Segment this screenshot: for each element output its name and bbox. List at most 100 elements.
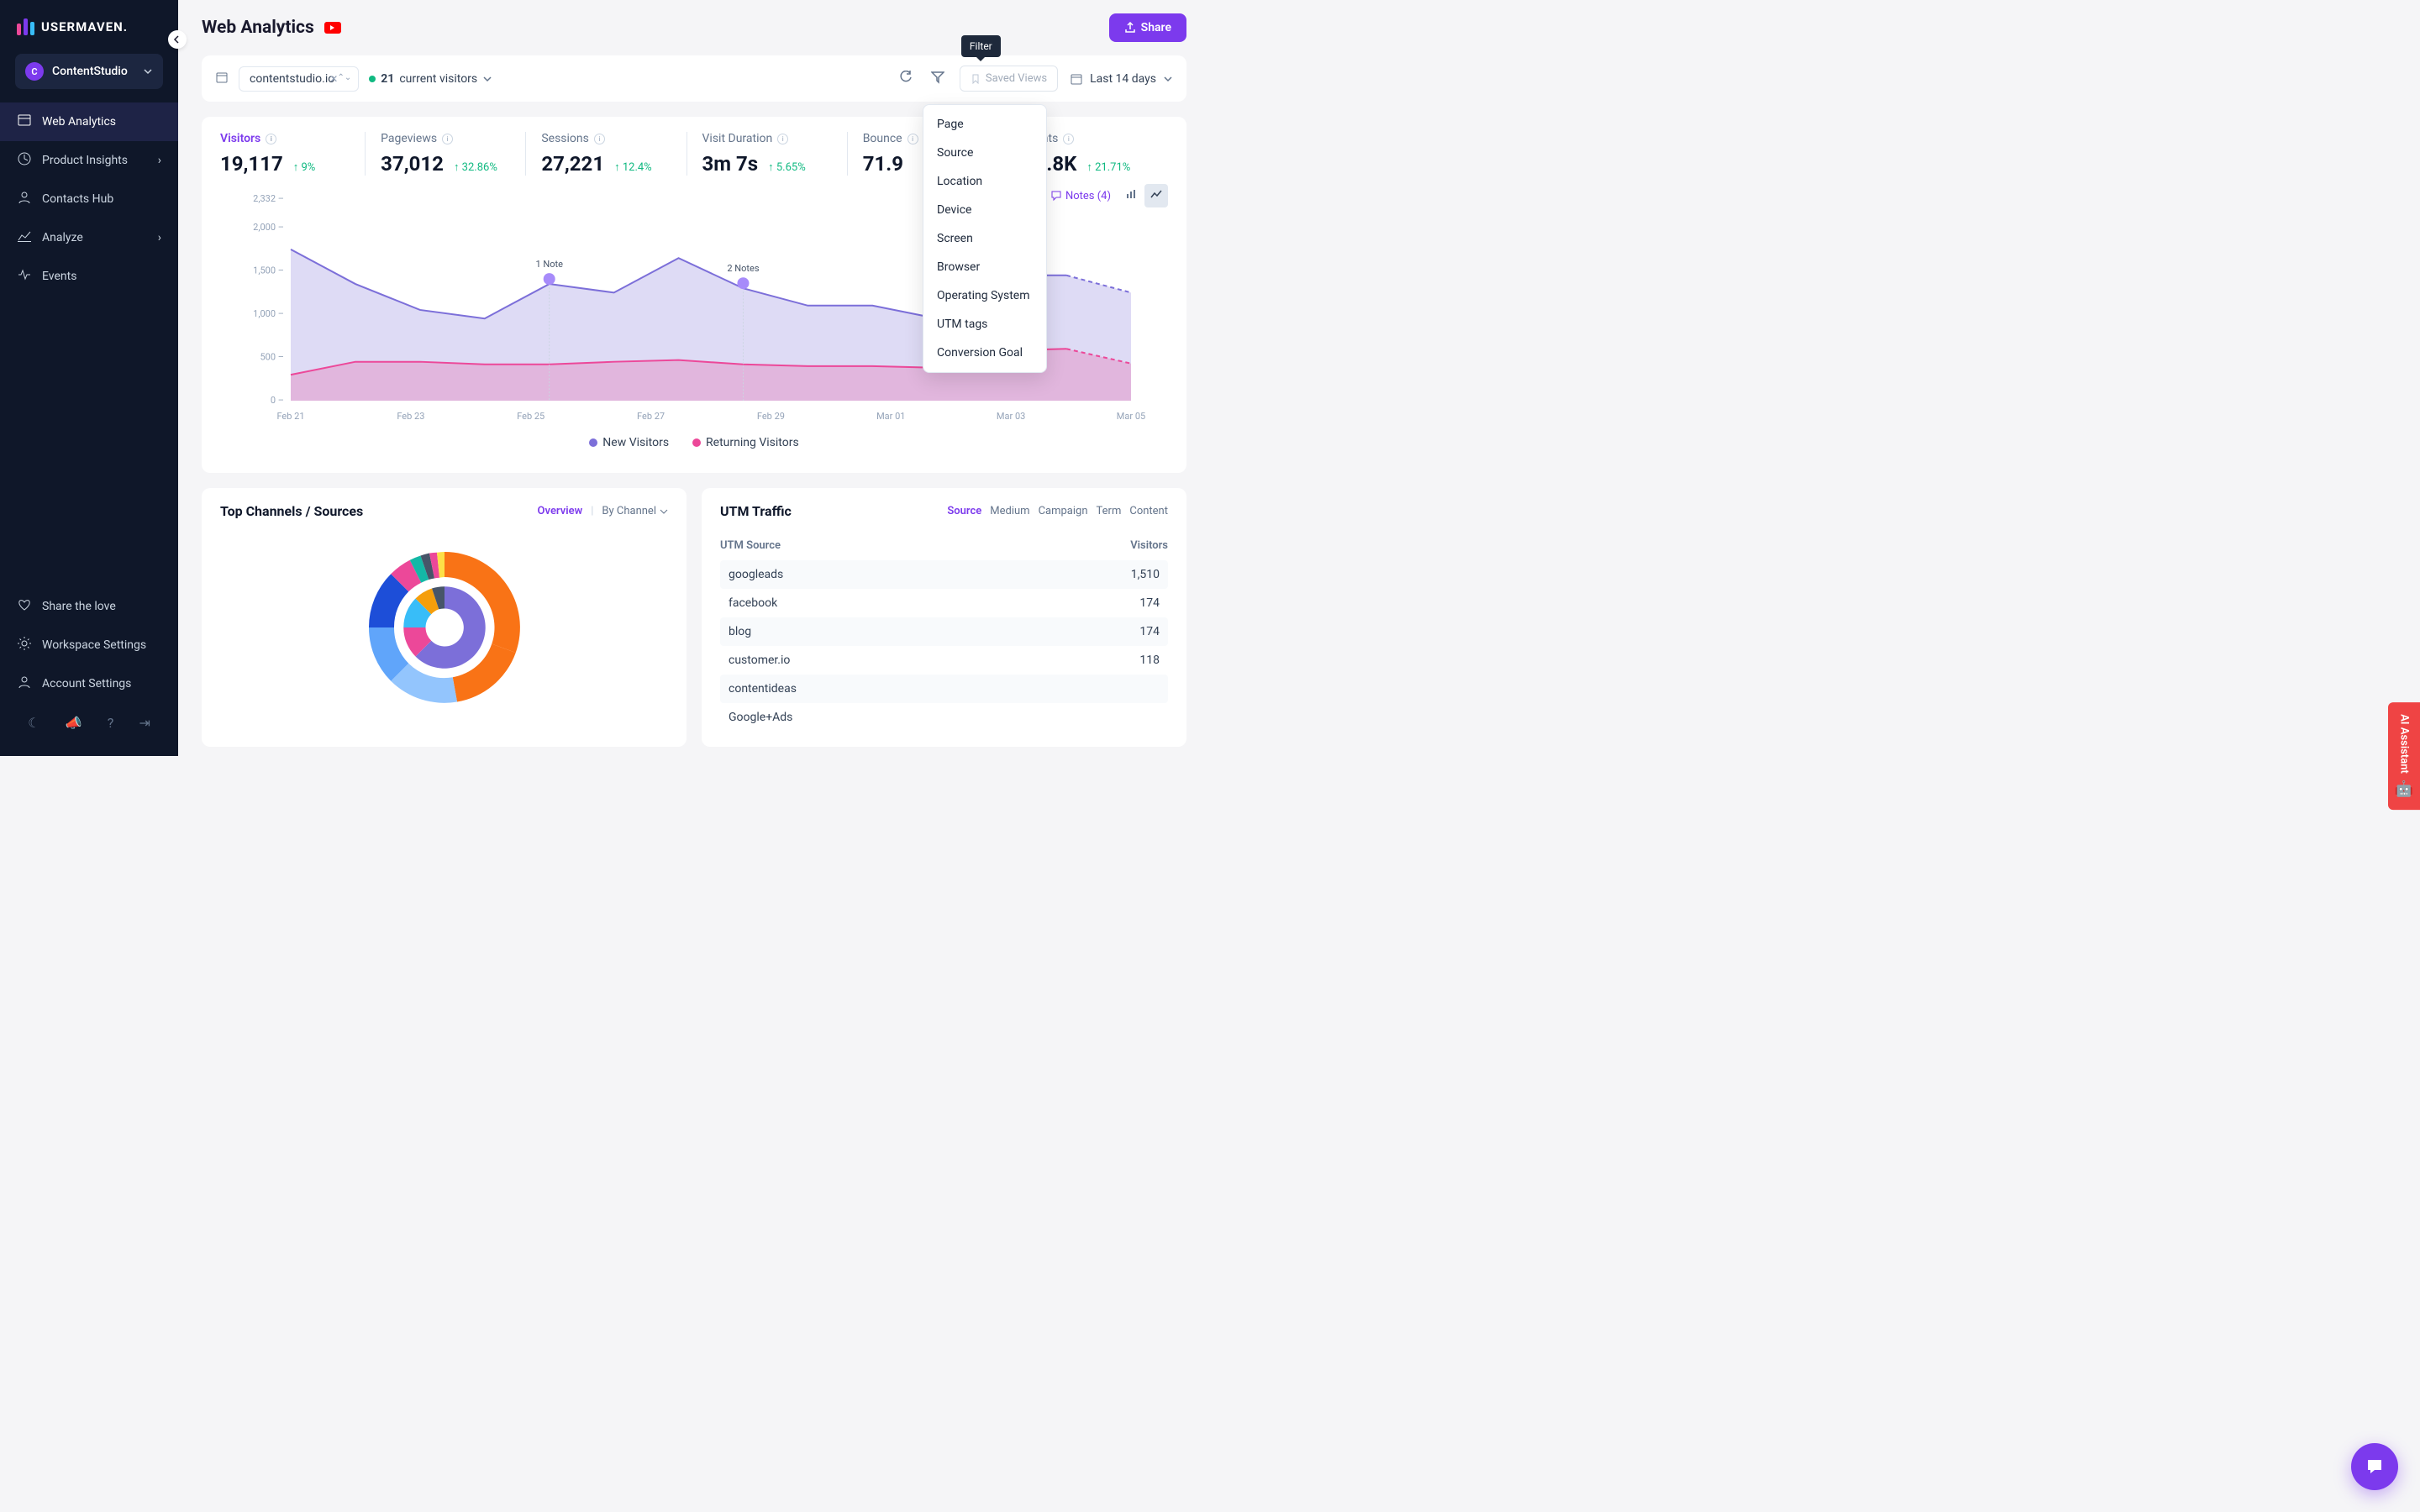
help-icon[interactable]: ? <box>108 715 114 731</box>
utm-row[interactable]: blog174 <box>720 617 1168 646</box>
svg-text:Mar 05: Mar 05 <box>1117 411 1145 422</box>
content: Visitorsi19,117↑ 9%Pageviewsi37,012↑ 32.… <box>178 102 1210 756</box>
calendar-icon[interactable] <box>215 71 229 87</box>
nav-contacts-hub[interactable]: Contacts Hub <box>0 180 178 218</box>
channels-tabs: Overview | By Channel <box>538 505 668 517</box>
utm-tab-source[interactable]: Source <box>947 505 981 517</box>
sidebar-icons: ☾ 📣 ? ⇥ <box>0 703 178 743</box>
utm-tab-medium[interactable]: Medium <box>990 505 1029 517</box>
tab-by-channel[interactable]: By Channel <box>602 505 668 517</box>
utm-row[interactable]: contentideas <box>720 675 1168 703</box>
filter-option-source[interactable]: Source <box>923 139 1046 167</box>
filter-option-device[interactable]: Device <box>923 196 1046 224</box>
sidebar: USERMAVEN. C ContentStudio Web Analytics… <box>0 0 178 756</box>
metric-visit-duration[interactable]: Visit Durationi3m 7s↑ 5.65% <box>687 132 848 176</box>
metric-sessions[interactable]: Sessionsi27,221↑ 12.4% <box>526 132 687 176</box>
utm-row-source: contentideas <box>729 682 797 696</box>
live-visitors[interactable]: 21 current visitors <box>369 72 492 86</box>
robot-icon: 🤖 <box>2395 780 2413 798</box>
sidebar-bottom: Share the loveWorkspace SettingsAccount … <box>0 587 178 756</box>
utm-tabs: Source Medium Campaign Term Content <box>947 505 1168 517</box>
page-title: Web Analytics <box>202 18 314 38</box>
metric-pageviews[interactable]: Pageviewsi37,012↑ 32.86% <box>366 132 526 176</box>
nav-web-analytics[interactable]: Web Analytics <box>0 102 178 141</box>
date-range-selector[interactable]: Last 14 days <box>1070 72 1173 86</box>
notes-link[interactable]: Notes (4) <box>1050 190 1111 202</box>
utm-row-visitors: 1,510 <box>1131 568 1160 581</box>
workspace-badge: C <box>25 62 44 81</box>
chevron-right-icon: › <box>158 231 161 244</box>
domain-selector[interactable]: contentstudio.io ✕ ⌃⌄ <box>239 66 359 92</box>
utm-row[interactable]: Google+Ads <box>720 703 1168 732</box>
header: Web Analytics Share <box>178 0 1210 55</box>
bar-chart-button[interactable] <box>1119 184 1143 207</box>
utm-col-source: UTM Source <box>720 539 781 552</box>
logout-icon[interactable]: ⇥ <box>139 715 150 731</box>
youtube-icon[interactable] <box>324 22 341 34</box>
chevron-down-icon <box>1163 74 1173 84</box>
utm-tab-campaign[interactable]: Campaign <box>1039 505 1088 517</box>
chart-type-toggle <box>1119 184 1168 207</box>
nav-share-the-love[interactable]: Share the love <box>0 587 178 626</box>
metric-value: 3m 7s <box>702 152 759 176</box>
filter-option-location[interactable]: Location <box>923 167 1046 196</box>
announcement-icon[interactable]: 📣 <box>66 715 82 731</box>
filter-option-utm-tags[interactable]: UTM tags <box>923 310 1046 339</box>
utm-row[interactable]: googleads1,510 <box>720 560 1168 589</box>
info-icon: i <box>1063 134 1074 144</box>
chevron-right-icon: › <box>158 154 161 167</box>
heart-icon <box>17 597 32 616</box>
nav-analyze[interactable]: Analyze› <box>0 218 178 257</box>
svg-text:2,332 –: 2,332 – <box>253 193 284 204</box>
filter-option-page[interactable]: Page <box>923 110 1046 139</box>
saved-views-button[interactable]: Saved Views <box>960 66 1058 92</box>
nav-events[interactable]: Events <box>0 257 178 296</box>
saved-views-label: Saved Views <box>986 72 1047 85</box>
utm-row[interactable]: customer.io118 <box>720 646 1168 675</box>
utm-row[interactable]: facebook 174 <box>720 589 1168 617</box>
upload-icon <box>1124 22 1136 34</box>
utm-tab-term[interactable]: Term <box>1097 505 1122 517</box>
metric-value: 71.9 <box>863 152 903 176</box>
line-chart-button[interactable] <box>1144 184 1168 207</box>
channels-title: Top Channels / Sources <box>220 503 363 519</box>
metric-value: 27,221 <box>541 152 604 176</box>
chevron-down-icon <box>482 74 492 84</box>
utm-row-visitors: 174 <box>1139 596 1160 610</box>
nav-workspace-settings[interactable]: Workspace Settings <box>0 626 178 664</box>
logo: USERMAVEN. <box>0 0 178 54</box>
live-visitors-count: 21 <box>381 72 394 86</box>
filter-button[interactable]: Filter <box>928 67 948 91</box>
svg-text:1 Note: 1 Note <box>535 259 563 270</box>
filter-option-browser[interactable]: Browser <box>923 253 1046 281</box>
analyze-icon <box>17 228 32 247</box>
svg-text:Feb 21: Feb 21 <box>276 411 304 422</box>
legend-new: New Visitors <box>589 436 669 449</box>
chevron-left-icon <box>173 35 182 44</box>
filter-option-conversion-goal[interactable]: Conversion Goal <box>923 339 1046 367</box>
metric-change: ↑ 5.65% <box>768 160 806 174</box>
workspace-selector[interactable]: C ContentStudio <box>15 54 163 89</box>
tab-overview[interactable]: Overview <box>538 505 583 517</box>
chat-fab[interactable] <box>2351 1443 2398 1490</box>
share-button[interactable]: Share <box>1109 13 1186 42</box>
nav-product-insights[interactable]: Product Insights› <box>0 141 178 180</box>
utm-tab-content[interactable]: Content <box>1129 505 1168 517</box>
chevron-down-icon <box>143 66 153 76</box>
filter-option-operating-system[interactable]: Operating System <box>923 281 1046 310</box>
chart-legend: New Visitors Returning Visitors <box>220 436 1168 449</box>
svg-text:1,500 –: 1,500 – <box>253 265 284 276</box>
utm-table: UTM Source Visitors googleads1,510facebo… <box>720 531 1168 732</box>
svg-text:Mar 01: Mar 01 <box>876 411 905 422</box>
svg-text:Feb 23: Feb 23 <box>397 411 424 422</box>
sidebar-toggle[interactable] <box>168 30 187 49</box>
refresh-icon[interactable] <box>896 67 916 91</box>
filter-option-screen[interactable]: Screen <box>923 224 1046 253</box>
utm-row-source: facebook <box>729 596 777 610</box>
metric-value: 37,012 <box>381 152 444 176</box>
moon-icon[interactable]: ☾ <box>28 715 39 731</box>
metric-visitors[interactable]: Visitorsi19,117↑ 9% <box>220 132 366 176</box>
ai-assistant-button[interactable]: AI Assistant 🤖 <box>2388 702 2420 810</box>
nav-account-settings[interactable]: Account Settings <box>0 664 178 703</box>
channels-panel: Top Channels / Sources Overview | By Cha… <box>202 488 687 747</box>
